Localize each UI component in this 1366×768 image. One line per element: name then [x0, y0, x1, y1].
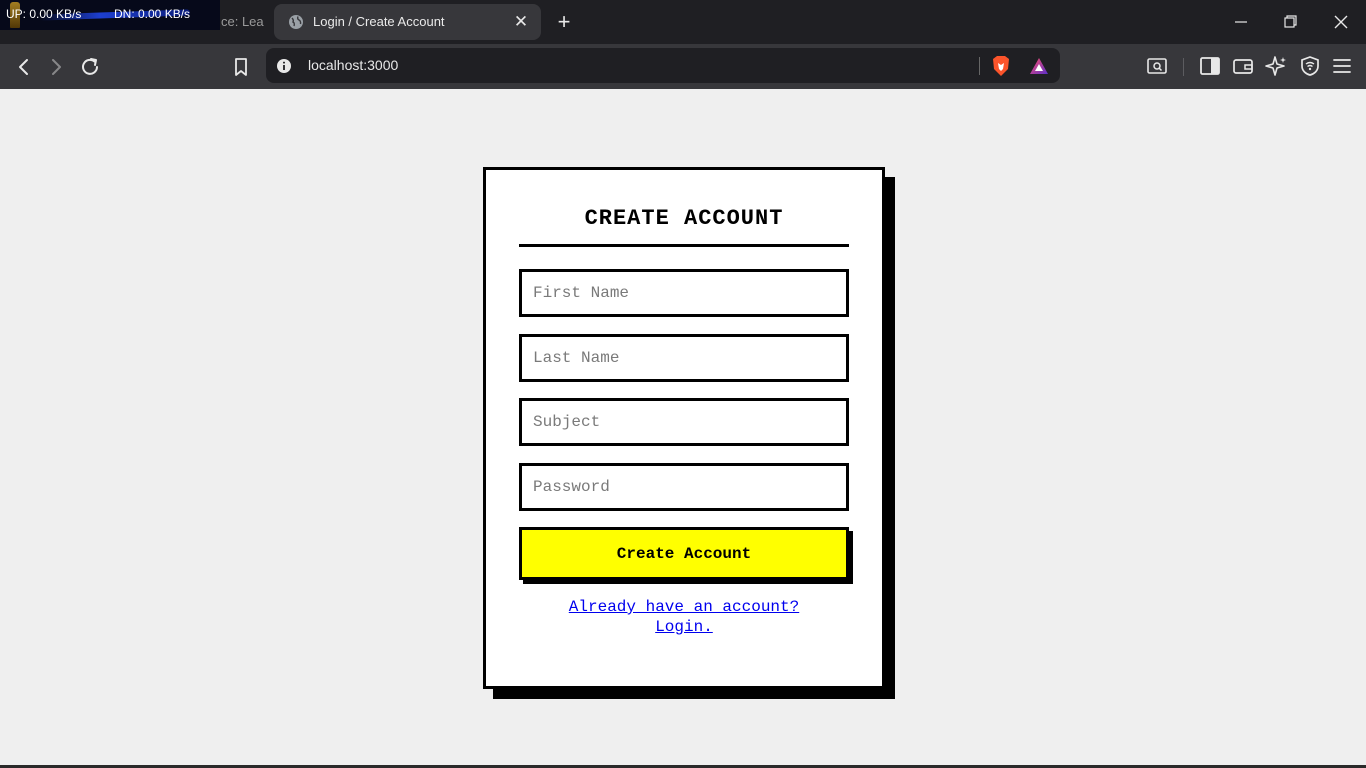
- reload-icon[interactable]: [77, 54, 103, 80]
- tab-previous[interactable]: ce: Lea: [221, 14, 264, 29]
- page-title: CREATE ACCOUNT: [584, 206, 784, 231]
- vpn-shield-icon[interactable]: [1298, 54, 1322, 78]
- back-icon[interactable]: [11, 54, 37, 80]
- window-close-icon[interactable]: [1328, 10, 1354, 34]
- screenshot-search-icon[interactable]: [1145, 54, 1169, 78]
- tab-close-icon[interactable]: ✕: [511, 12, 531, 32]
- create-account-button[interactable]: Create Account: [519, 527, 849, 580]
- title-divider: [519, 244, 849, 247]
- create-account-card: CREATE ACCOUNT Create Account Already ha…: [483, 167, 885, 689]
- wallet-icon[interactable]: [1231, 54, 1255, 78]
- minimize-icon[interactable]: [1228, 10, 1254, 34]
- tab-title: Login / Create Account: [313, 14, 445, 29]
- password-input[interactable]: [519, 463, 849, 511]
- first-name-input[interactable]: [519, 269, 849, 317]
- restore-icon[interactable]: [1277, 10, 1303, 34]
- leo-ai-icon[interactable]: [1264, 54, 1288, 78]
- last-name-input[interactable]: [519, 334, 849, 382]
- tab-active[interactable]: Login / Create Account ✕: [274, 4, 541, 40]
- menu-icon[interactable]: [1330, 54, 1354, 78]
- info-icon[interactable]: [276, 58, 292, 74]
- browser-toolbar: localhost:3000: [0, 44, 1366, 89]
- browser-tab-strip: UP: 0.00 KB/s DN: 0.00 KB/s ce: Lea Logi…: [0, 0, 1366, 44]
- login-link-line2: Login.: [655, 618, 713, 636]
- login-link[interactable]: Already have an account? Login.: [519, 597, 849, 637]
- forward-icon[interactable]: [43, 54, 69, 80]
- address-bar-divider: [979, 57, 980, 75]
- globe-icon: [289, 15, 303, 29]
- download-speed: DN: 0.00 KB/s: [114, 7, 191, 21]
- toolbar-divider: [1183, 58, 1184, 76]
- brave-lion-icon[interactable]: [990, 54, 1012, 78]
- bookmark-icon[interactable]: [229, 54, 253, 80]
- rewards-triangle-icon[interactable]: [1028, 55, 1050, 77]
- subject-input[interactable]: [519, 398, 849, 446]
- login-link-line1: Already have an account?: [568, 598, 800, 616]
- address-bar[interactable]: localhost:3000: [266, 48, 1060, 83]
- sidebar-icon[interactable]: [1198, 54, 1222, 78]
- url-text[interactable]: localhost:3000: [308, 57, 398, 73]
- new-tab-button[interactable]: +: [552, 10, 576, 34]
- upload-speed: UP: 0.00 KB/s: [6, 7, 82, 21]
- network-speed-widget: UP: 0.00 KB/s DN: 0.00 KB/s: [0, 0, 220, 30]
